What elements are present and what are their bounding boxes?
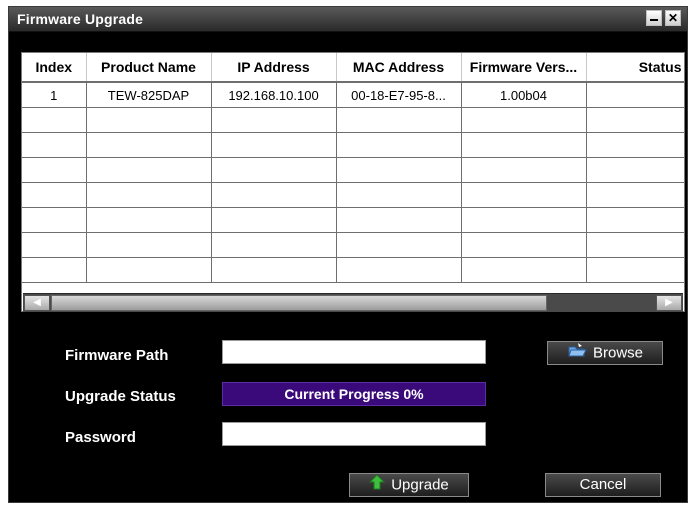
minimize-button[interactable] bbox=[646, 10, 662, 26]
column-header-index[interactable]: Index bbox=[22, 53, 87, 83]
up-arrow-icon bbox=[369, 474, 386, 497]
upgrade-button[interactable]: Upgrade bbox=[349, 473, 469, 497]
column-header-status[interactable]: Status bbox=[586, 53, 684, 83]
table-cell bbox=[461, 232, 587, 258]
table-cell: 1 bbox=[22, 82, 87, 108]
table-cell bbox=[86, 182, 212, 208]
table-row[interactable]: 1 TEW-825DAP 192.168.10.100 00-18-E7-95-8..… bbox=[22, 82, 684, 108]
table-cell bbox=[461, 257, 587, 283]
table-cell bbox=[22, 232, 87, 258]
table-cell bbox=[86, 132, 212, 158]
cancel-button[interactable]: Cancel bbox=[545, 473, 661, 497]
title-bar[interactable]: Firmware Upgrade ✕ bbox=[9, 7, 687, 32]
table-cell bbox=[22, 207, 87, 233]
device-table: Index Product Name IP Address MAC Addres… bbox=[21, 52, 685, 312]
table-cell bbox=[586, 232, 684, 258]
table-cell bbox=[211, 107, 337, 133]
table-cell bbox=[211, 132, 337, 158]
firmware-path-input[interactable] bbox=[222, 340, 486, 364]
table-cell bbox=[336, 157, 462, 183]
table-cell bbox=[461, 207, 587, 233]
column-header-mac-address[interactable]: MAC Address bbox=[336, 53, 462, 83]
table-cell bbox=[586, 257, 684, 283]
table-cell bbox=[86, 207, 212, 233]
table-cell bbox=[336, 257, 462, 283]
table-cell bbox=[211, 257, 337, 283]
table-cell bbox=[22, 107, 87, 133]
table-row[interactable] bbox=[22, 182, 684, 208]
table-cell bbox=[86, 232, 212, 258]
table-cell bbox=[22, 182, 87, 208]
table-cell bbox=[22, 257, 87, 283]
table-cell bbox=[86, 157, 212, 183]
column-header-ip-address[interactable]: IP Address bbox=[211, 53, 337, 83]
table-cell: 00-18-E7-95-8... bbox=[336, 82, 462, 108]
table-cell bbox=[461, 107, 587, 133]
scroll-right-button[interactable]: ▶ bbox=[656, 295, 682, 311]
table-cell bbox=[22, 132, 87, 158]
scrollbar-thumb[interactable] bbox=[51, 295, 547, 311]
password-input[interactable] bbox=[222, 422, 486, 446]
table-header-row: Index Product Name IP Address MAC Addres… bbox=[22, 53, 684, 83]
table-row[interactable] bbox=[22, 132, 684, 158]
table-cell bbox=[586, 107, 684, 133]
browse-button[interactable]: Browse bbox=[547, 341, 663, 365]
table-cell bbox=[86, 107, 212, 133]
table-cell bbox=[336, 232, 462, 258]
progress-text: Current Progress 0% bbox=[284, 386, 424, 402]
table-cell bbox=[86, 257, 212, 283]
chevron-right-icon: ▶ bbox=[665, 297, 673, 308]
table-cell bbox=[461, 182, 587, 208]
window-title: Firmware Upgrade bbox=[17, 11, 144, 27]
table-cell bbox=[586, 157, 684, 183]
table-cell bbox=[336, 132, 462, 158]
table-cell bbox=[586, 82, 684, 108]
password-label: Password bbox=[65, 429, 136, 446]
firmware-path-label: Firmware Path bbox=[65, 347, 169, 364]
column-header-product-name[interactable]: Product Name bbox=[86, 53, 212, 83]
table-cell bbox=[211, 182, 337, 208]
table-row[interactable] bbox=[22, 107, 684, 133]
upgrade-progress-bar: Current Progress 0% bbox=[222, 382, 486, 406]
table-cell bbox=[211, 207, 337, 233]
table-row[interactable] bbox=[22, 257, 684, 283]
table-cell: TEW-825DAP bbox=[86, 82, 212, 108]
close-button[interactable]: ✕ bbox=[665, 10, 681, 26]
table-row[interactable] bbox=[22, 232, 684, 258]
table-row[interactable] bbox=[22, 207, 684, 233]
browse-label: Browse bbox=[592, 344, 644, 362]
folder-open-icon bbox=[567, 342, 587, 365]
table-cell bbox=[586, 182, 684, 208]
scroll-left-button[interactable]: ◀ bbox=[24, 295, 50, 311]
table-cell bbox=[336, 107, 462, 133]
chevron-left-icon: ◀ bbox=[33, 297, 41, 308]
table-cell bbox=[461, 157, 587, 183]
close-icon: ✕ bbox=[667, 11, 679, 25]
table-cell bbox=[586, 132, 684, 158]
firmware-upgrade-window: Firmware Upgrade ✕ Index Product Name IP… bbox=[8, 6, 688, 503]
upgrade-label: Upgrade bbox=[391, 476, 449, 494]
table-cell: 192.168.10.100 bbox=[211, 82, 337, 108]
table-cell bbox=[461, 132, 587, 158]
table-cell bbox=[211, 232, 337, 258]
minimize-icon bbox=[650, 19, 658, 21]
upgrade-status-label: Upgrade Status bbox=[65, 388, 176, 405]
table-cell bbox=[211, 157, 337, 183]
table-cell bbox=[586, 207, 684, 233]
table-cell bbox=[22, 157, 87, 183]
table-cell bbox=[336, 207, 462, 233]
table-cell: 1.00b04 bbox=[461, 82, 587, 108]
table-cell bbox=[336, 182, 462, 208]
column-header-firmware-version[interactable]: Firmware Vers... bbox=[461, 53, 587, 83]
cancel-label: Cancel bbox=[579, 476, 627, 493]
horizontal-scrollbar[interactable]: ◀ ▶ bbox=[23, 293, 683, 312]
table-row[interactable] bbox=[22, 157, 684, 183]
